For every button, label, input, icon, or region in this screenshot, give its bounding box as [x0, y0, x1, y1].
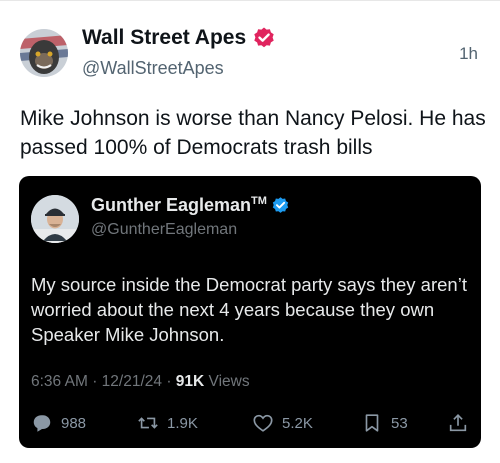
reply-icon	[33, 415, 51, 432]
quoted-author-avatar[interactable]	[31, 195, 79, 243]
repost-icon	[138, 417, 158, 429]
top-divider	[0, 0, 500, 1]
quoted-time[interactable]: 6:36 AM	[31, 373, 88, 390]
share-button[interactable]	[447, 412, 477, 434]
author-avatar[interactable]	[20, 29, 68, 77]
author-handle[interactable]: @WallStreetApes	[82, 58, 224, 79]
quoted-date[interactable]: 12/21/24	[102, 373, 162, 390]
quoted-tweet-text: My source inside the Democrat party says…	[31, 274, 467, 345]
like-button[interactable]: 5.2K	[252, 412, 313, 434]
views-count: 91K	[175, 373, 205, 390]
verified-badge-icon[interactable]	[252, 26, 276, 50]
repost-button[interactable]: 1.9K	[137, 412, 198, 434]
quoted-tweet-meta: 6:36 AM · 12/21/24 · 91K Views	[31, 373, 250, 391]
quoted-tweet-card[interactable]: Gunther EaglemanTM @GuntherEagleman My s…	[19, 176, 481, 448]
post-time[interactable]: 1h	[459, 44, 478, 64]
meta-separator: ·	[166, 373, 176, 390]
quoted-author-handle[interactable]: @GuntherEagleman	[91, 221, 237, 239]
quoted-author-name[interactable]: Gunther EaglemanTM	[91, 195, 267, 216]
author-name-row: Wall Street Apes	[82, 26, 276, 50]
trademark-mark: TM	[251, 195, 267, 207]
bookmark-count: 53	[391, 414, 408, 432]
heart-icon	[253, 414, 273, 432]
repost-count: 1.9K	[167, 414, 198, 432]
share-icon	[449, 414, 467, 432]
author-name[interactable]: Wall Street Apes	[82, 26, 246, 50]
reply-button[interactable]: 988	[31, 412, 86, 434]
tweet-text: Mike Johnson is worse than Nancy Pelosi.…	[20, 107, 486, 159]
bookmark-button[interactable]: 53	[361, 412, 408, 434]
views-label: Views	[208, 373, 250, 390]
meta-separator: ·	[92, 373, 102, 390]
quoted-action-bar: 988 1.9K 5.2K 53	[31, 412, 471, 436]
quoted-author-name-text: Gunther Eagleman	[91, 195, 252, 215]
reply-count: 988	[61, 414, 87, 432]
bookmark-icon	[365, 414, 379, 432]
quoted-verified-badge-icon[interactable]	[271, 196, 290, 215]
quoted-author-name-row: Gunther EaglemanTM	[91, 195, 290, 216]
like-count: 5.2K	[282, 414, 313, 432]
